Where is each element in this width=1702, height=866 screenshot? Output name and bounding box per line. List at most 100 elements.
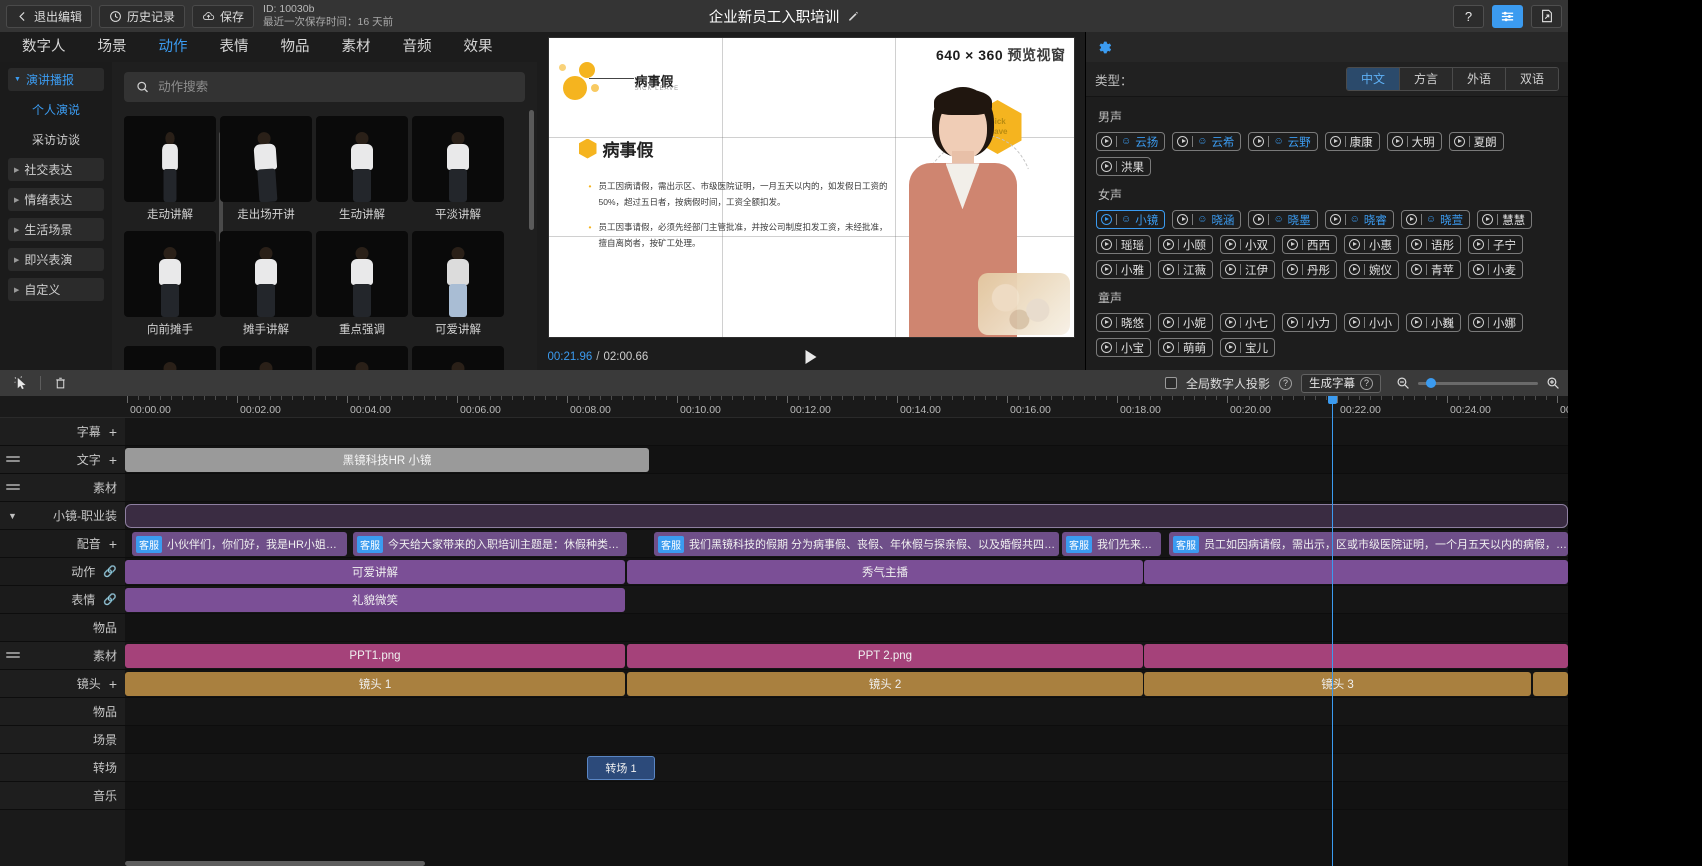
timeline-clip[interactable] <box>125 504 1568 528</box>
play-icon[interactable] <box>1287 264 1298 275</box>
track-row-场景[interactable] <box>125 726 1568 754</box>
track-label-文字[interactable]: 文字+ <box>0 446 125 474</box>
track-label-转场[interactable]: 转场 <box>0 754 125 782</box>
voice-chip[interactable]: 大明 <box>1387 132 1442 151</box>
play-icon[interactable] <box>1101 264 1112 275</box>
tab-1[interactable]: 场景 <box>82 32 143 62</box>
exit-edit-button[interactable]: 退出编辑 <box>6 5 92 28</box>
play-icon[interactable] <box>1225 239 1236 250</box>
category-6[interactable]: ▶即兴表演 <box>8 248 104 271</box>
track-label-小镜-职业装[interactable]: ▼小镜-职业装 <box>0 502 125 530</box>
action-card[interactable]: 摊手讲解 <box>220 231 312 337</box>
track-row-物品[interactable] <box>125 698 1568 726</box>
timeline-clip[interactable]: 镜头 2 <box>627 672 1143 696</box>
track-label-动作[interactable]: 动作🔗 <box>0 558 125 586</box>
play-icon[interactable] <box>1406 214 1417 225</box>
timeline-clip[interactable]: 转场 1 <box>587 756 655 780</box>
link-icon[interactable]: 🔗 <box>103 593 117 606</box>
action-card[interactable]: 生动讲解 <box>316 116 408 222</box>
timeline-clip[interactable]: 镜头 1 <box>125 672 625 696</box>
lang-tab-3[interactable]: 双语 <box>1506 68 1558 90</box>
voice-chip[interactable]: 小雅 <box>1096 260 1151 279</box>
save-button[interactable]: 保存 <box>192 5 254 28</box>
play-icon[interactable] <box>1287 317 1298 328</box>
question-icon[interactable]: ? <box>1279 377 1292 390</box>
help-button[interactable]: ? <box>1453 5 1484 28</box>
play-icon[interactable] <box>1163 342 1174 353</box>
track-row-素材[interactable]: PPT1.pngPPT 2.png <box>125 642 1568 670</box>
tab-6[interactable]: 音频 <box>387 32 448 62</box>
track-label-物品[interactable]: 物品 <box>0 614 125 642</box>
track-row-素材[interactable] <box>125 474 1568 502</box>
zoom-out-icon[interactable] <box>1396 376 1410 390</box>
track-row-字幕[interactable] <box>125 418 1568 446</box>
drag-handle[interactable] <box>6 456 20 464</box>
voice-chip[interactable]: 小颐 <box>1158 235 1213 254</box>
action-card[interactable] <box>124 346 216 370</box>
voice-chip[interactable]: 小力 <box>1282 313 1337 332</box>
voice-chip[interactable]: 晓悠 <box>1096 313 1151 332</box>
generate-help-icon[interactable]: ? <box>1360 377 1373 390</box>
play-icon[interactable] <box>1330 214 1341 225</box>
lang-tab-0[interactable]: 中文 <box>1347 68 1400 90</box>
play-icon[interactable] <box>1163 264 1174 275</box>
timeline-clip[interactable]: 秀气主播 <box>627 560 1143 584</box>
timeline-clip[interactable]: 客服我们黑镜科技的假期 分为病事假、丧假、年休假与探亲假、以及婚假共四种类型。 <box>654 532 1059 556</box>
voice-chip[interactable]: 语彤 <box>1406 235 1461 254</box>
voice-chip[interactable]: ☺晓萱 <box>1401 210 1470 229</box>
play-icon[interactable] <box>1225 317 1236 328</box>
voice-chip[interactable]: 夏朗 <box>1449 132 1504 151</box>
timeline-clip[interactable]: 客服小伙伴们，你们好，我是HR小姐姐，小... <box>132 532 347 556</box>
voice-chip[interactable]: 宝儿 <box>1220 338 1275 357</box>
timeline-hscrollbar[interactable] <box>125 861 425 866</box>
timeline-clip[interactable]: PPT1.png <box>125 644 625 668</box>
voice-chip[interactable]: 康康 <box>1325 132 1380 151</box>
play-icon[interactable] <box>1101 136 1112 147</box>
play-icon[interactable] <box>1287 239 1298 250</box>
action-card[interactable] <box>220 346 312 370</box>
play-icon[interactable] <box>1482 214 1493 225</box>
track-row-小镜-职业装[interactable] <box>125 502 1568 530</box>
voice-chip[interactable]: 小宝 <box>1096 338 1151 357</box>
play-icon[interactable] <box>1349 317 1360 328</box>
voice-chip[interactable]: 小七 <box>1220 313 1275 332</box>
track-row-转场[interactable]: 转场 1 <box>125 754 1568 782</box>
voice-chip[interactable]: 慧慧 <box>1477 210 1532 229</box>
timeline-clip[interactable]: 可爱讲解 <box>125 560 625 584</box>
play-icon[interactable] <box>1253 136 1264 147</box>
play-icon[interactable] <box>1330 136 1341 147</box>
action-card[interactable]: 重点强调 <box>316 231 408 337</box>
action-card[interactable] <box>412 346 504 370</box>
track-row-表情[interactable]: 礼貌微笑 <box>125 586 1568 614</box>
voice-chip[interactable]: 小巍 <box>1406 313 1461 332</box>
track-label-素材[interactable]: 素材 <box>0 474 125 502</box>
drag-handle[interactable] <box>6 652 20 660</box>
play-icon[interactable] <box>1177 214 1188 225</box>
voice-chip[interactable]: ☺云希 <box>1172 132 1241 151</box>
play-icon[interactable] <box>1101 342 1112 353</box>
voice-chip[interactable]: 萌萌 <box>1158 338 1213 357</box>
edit-pencil-icon[interactable] <box>847 10 859 22</box>
add-track-button[interactable]: + <box>109 678 117 690</box>
track-row-动作[interactable]: 可爱讲解秀气主播 <box>125 558 1568 586</box>
play-icon[interactable] <box>1177 136 1188 147</box>
tab-4[interactable]: 物品 <box>265 32 326 62</box>
voice-chip[interactable]: ☺小镜 <box>1096 210 1165 229</box>
category-4[interactable]: ▶情绪表达 <box>8 188 104 211</box>
settings-button[interactable] <box>1492 5 1523 28</box>
track-label-物品[interactable]: 物品 <box>0 698 125 726</box>
track-label-表情[interactable]: 表情🔗 <box>0 586 125 614</box>
play-icon[interactable] <box>1411 239 1422 250</box>
grid-scrollbar[interactable] <box>529 110 534 230</box>
lang-tab-1[interactable]: 方言 <box>1400 68 1453 90</box>
voice-chip[interactable]: ☺晓墨 <box>1248 210 1317 229</box>
play-icon[interactable] <box>1349 264 1360 275</box>
voice-chip[interactable]: 子宁 <box>1468 235 1523 254</box>
category-0[interactable]: ▼演讲播报 <box>8 68 104 91</box>
play-icon[interactable] <box>1473 264 1484 275</box>
projection-checkbox[interactable] <box>1165 377 1177 389</box>
timeline-clip[interactable] <box>1533 672 1568 696</box>
play-icon[interactable] <box>1225 264 1236 275</box>
track-row-配音[interactable]: 客服小伙伴们，你们好，我是HR小姐姐，小...客服今天给大家带来的入职培训主题是… <box>125 530 1568 558</box>
tab-5[interactable]: 素材 <box>326 32 387 62</box>
